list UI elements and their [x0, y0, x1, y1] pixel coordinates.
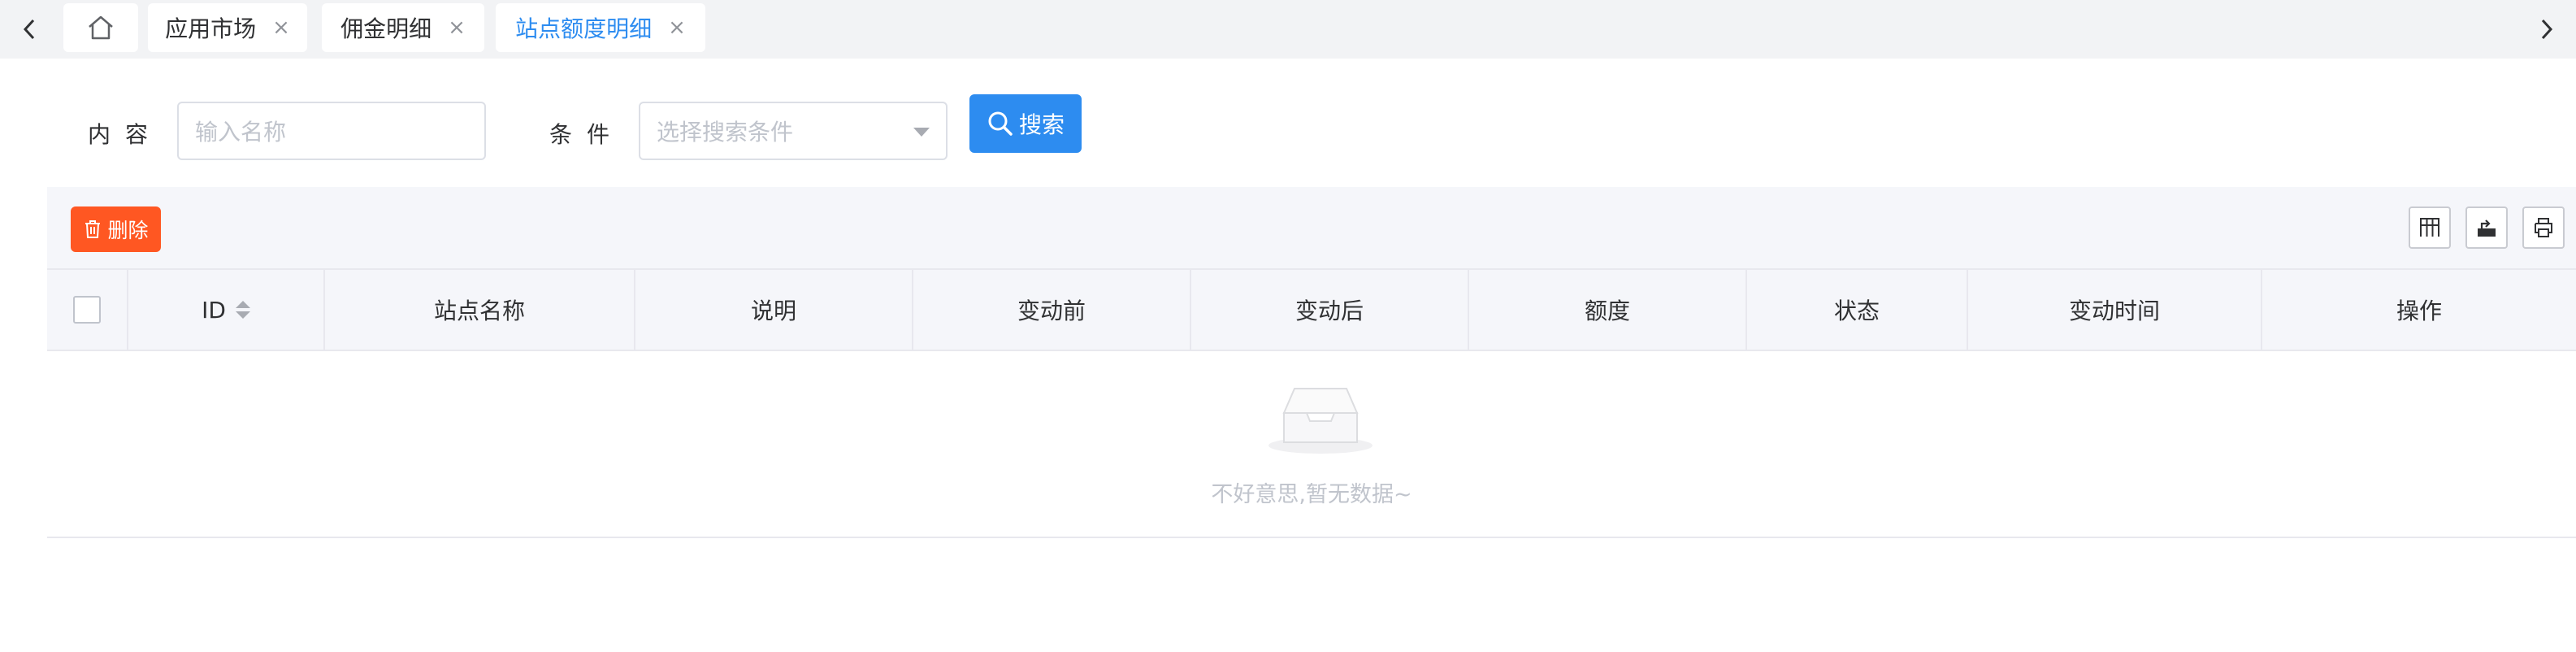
column-header-label: ID [202, 296, 226, 324]
select-all-cell [47, 270, 128, 350]
empty-inbox-icon [1268, 388, 1373, 454]
search-icon [988, 111, 1013, 136]
column-header-status: 状态 [1747, 270, 1968, 350]
table-toolbar: 删除 [47, 187, 2576, 268]
search-button[interactable]: 搜索 [969, 94, 1082, 153]
table-header: ID 站点名称 说明 变动前 变动后 额度 状态 变动时间 操作 [47, 268, 2576, 351]
sort-icon[interactable] [235, 301, 250, 319]
column-header-description: 说明 [635, 270, 913, 350]
tab-close-icon[interactable]: × [668, 17, 686, 38]
tab-commission-detail[interactable]: 佣金明细 × [322, 3, 484, 52]
select-all-checkbox[interactable] [73, 296, 101, 324]
tab-scroll-right-button[interactable] [2517, 0, 2576, 59]
content-input[interactable]: 输入名称 [177, 102, 486, 160]
column-header-label: 状态 [1833, 298, 1880, 324]
print-icon [2535, 218, 2552, 237]
column-header-before-change: 变动前 [913, 270, 1191, 350]
content-input-placeholder: 输入名称 [195, 119, 287, 146]
column-header-label: 说明 [750, 298, 796, 324]
content-label: 内容 [88, 121, 163, 148]
tab-bar: 应用市场 × 佣金明细 × 站点额度明细 × [0, 0, 2576, 59]
delete-button[interactable]: 删除 [71, 206, 161, 252]
home-icon [89, 15, 113, 40]
column-header-label: 变动后 [1295, 298, 1364, 324]
caret-down-icon [913, 128, 930, 137]
table-body: 不好意思,暂无数据~ [47, 351, 2576, 538]
chevron-right-icon [2541, 19, 2553, 40]
print-button[interactable] [2522, 206, 2565, 249]
tab-site-quota-detail[interactable]: 站点额度明细 × [496, 3, 705, 52]
tab-home[interactable] [63, 3, 138, 52]
column-header-actions: 操作 [2262, 270, 2576, 350]
tab-app-market[interactable]: 应用市场 × [148, 3, 307, 52]
search-button-label: 搜索 [1018, 111, 1065, 138]
column-header-quota: 额度 [1469, 270, 1747, 350]
tab-label: 佣金明细 [340, 15, 432, 42]
delete-button-label: 删除 [107, 219, 149, 242]
tab-close-icon[interactable]: × [272, 17, 290, 38]
tab-close-icon[interactable]: × [448, 17, 466, 38]
columns-icon [2420, 218, 2439, 237]
tab-label: 站点额度明细 [515, 15, 653, 42]
tab-label: 应用市场 [165, 15, 257, 42]
empty-state-text: 不好意思,暂无数据~ [1211, 482, 1412, 507]
columns-filter-button[interactable] [2409, 206, 2451, 249]
tab-scroll-left-button[interactable] [0, 0, 59, 59]
export-button[interactable] [2465, 206, 2508, 249]
condition-label: 条件 [549, 121, 625, 148]
column-header-change-time: 变动时间 [1968, 270, 2262, 350]
chevron-left-icon [23, 19, 35, 40]
column-header-label: 操作 [2396, 298, 2442, 324]
trash-icon [85, 220, 101, 238]
column-header-id[interactable]: ID [128, 270, 325, 350]
column-header-after-change: 变动后 [1191, 270, 1469, 350]
column-header-label: 变动时间 [2068, 298, 2160, 324]
column-header-label: 额度 [1584, 298, 1630, 324]
column-header-site-name: 站点名称 [325, 270, 635, 350]
condition-select[interactable]: 选择搜索条件 [639, 102, 948, 160]
export-icon [2478, 220, 2496, 237]
column-header-label: 站点名称 [433, 298, 525, 324]
condition-select-placeholder: 选择搜索条件 [657, 119, 794, 146]
column-header-label: 变动前 [1017, 298, 1086, 324]
